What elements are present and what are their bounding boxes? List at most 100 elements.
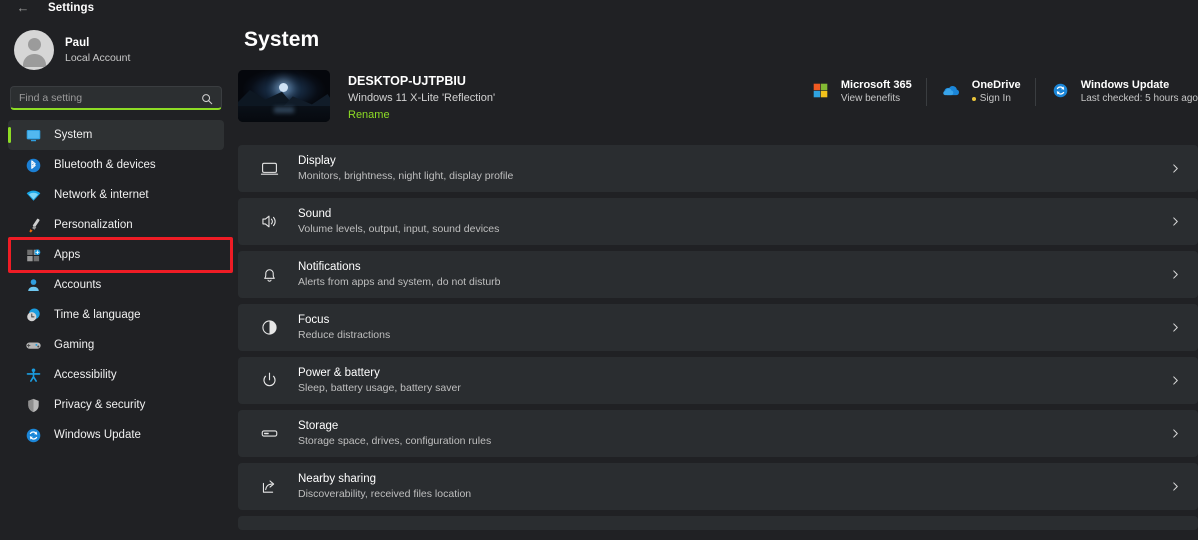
account-text: Paul Local Account [65,36,130,65]
onedrive-cloud-icon [941,79,963,101]
settings-row-subtitle: Sleep, battery usage, battery saver [298,381,461,394]
bell-icon [256,262,282,288]
rename-link[interactable]: Rename [348,107,495,123]
storage-drive-icon [256,421,282,447]
header-widgets: Microsoft 365 View benefits OneDrive Sig… [800,70,1198,106]
sidebar-item-accounts[interactable]: Accounts [8,270,224,300]
clock-icon [22,304,44,326]
search-icon [201,92,213,104]
settings-list: Display Monitors, brightness, night ligh… [238,145,1198,530]
widget-text: OneDrive Sign In [971,78,1021,106]
back-arrow-icon[interactable]: ← [12,0,34,14]
sidebar-item-gaming[interactable]: Gaming [8,330,224,360]
page-title: System [244,28,320,51]
settings-row-power-battery[interactable]: Power & battery Sleep, battery usage, ba… [238,357,1198,404]
sidebar-item-label: Bluetooth & devices [54,159,156,171]
gamepad-icon [22,334,44,356]
search-input[interactable] [19,91,201,104]
chevron-right-icon [1168,268,1182,282]
widget-text: Microsoft 365 View benefits [841,78,912,106]
widget-windows-update[interactable]: Windows Update Last checked: 5 hours ago [1034,78,1198,106]
window-body: Paul Local Account Find a setting System… [0,14,1198,540]
settings-row-subtitle: Discoverability, received files location [298,487,472,500]
settings-row-focus[interactable]: Focus Reduce distractions [238,304,1198,351]
settings-row-title: Focus [298,313,330,326]
settings-row-text: Sound Volume levels, output, input, soun… [298,207,1168,237]
update-refresh-icon [1050,79,1072,101]
settings-row-subtitle: Reduce distractions [298,328,391,341]
chevron-right-icon [1168,374,1182,388]
desktop-wallpaper-thumbnail [238,70,330,122]
device-header: DESKTOP-UJTPBIU Windows 11 X-Lite 'Refle… [238,70,1198,123]
settings-row-sound[interactable]: Sound Volume levels, output, input, soun… [238,198,1198,245]
settings-window: ← Settings Paul Local Account Find a set… [0,0,1198,540]
device-name: DESKTOP-UJTPBIU [348,74,466,88]
sidebar-item-label: Gaming [54,339,95,351]
sidebar-item-personalization[interactable]: Personalization [8,210,224,240]
account-card[interactable]: Paul Local Account [0,14,232,76]
device-os: Windows 11 X-Lite 'Reflection' [348,92,496,104]
settings-row-text: Focus Reduce distractions [298,313,1168,343]
sidebar-item-apps[interactable]: Apps [8,237,233,273]
chevron-right-icon [1168,427,1182,441]
widget-title: Microsoft 365 [840,79,912,91]
sidebar-item-time-language[interactable]: Time & language [8,300,224,330]
sidebar-item-windows-update[interactable]: Windows Update [8,420,224,450]
settings-row-title: Storage [298,419,339,432]
user-avatar-icon [14,30,54,70]
settings-row-text: Display Monitors, brightness, night ligh… [298,154,1168,184]
account-name: Paul [65,36,90,49]
settings-row-partial[interactable] [238,516,1198,530]
widget-title: Windows Update [1080,79,1170,91]
settings-row-title: Nearby sharing [298,472,376,485]
sidebar-item-label: System [54,129,93,141]
chevron-right-icon [1168,215,1182,229]
sidebar-item-label: Accessibility [54,369,117,381]
sidebar-item-label: Accounts [54,279,102,291]
widget-subtitle-wrap: Sign In [971,92,1021,106]
account-subtitle: Local Account [65,51,131,64]
settings-row-notifications[interactable]: Notifications Alerts from apps and syste… [238,251,1198,298]
settings-row-subtitle: Storage space, drives, configuration rul… [298,434,492,447]
sidebar-item-bluetooth-devices[interactable]: Bluetooth & devices [8,150,224,180]
widget-title: OneDrive [971,79,1021,91]
paintbrush-icon [22,214,44,236]
sidebar-item-label: Network & internet [54,189,149,201]
bluetooth-icon [22,154,44,176]
settings-row-subtitle: Alerts from apps and system, do not dist… [298,275,501,288]
chevron-right-icon [1168,321,1182,335]
sidebar-item-network-internet[interactable]: Network & internet [8,180,224,210]
apps-grid-icon [22,244,44,266]
accessibility-icon [22,364,44,386]
sidebar-item-label: Apps [54,249,81,261]
sidebar: Paul Local Account Find a setting System… [0,14,233,540]
settings-row-subtitle: Monitors, brightness, night light, displ… [298,169,514,182]
widget-subtitle: Last checked: 5 hours ago [1080,93,1198,104]
settings-row-storage[interactable]: Storage Storage space, drives, configura… [238,410,1198,457]
speaker-icon [256,209,282,235]
sidebar-item-accessibility[interactable]: Accessibility [8,360,224,390]
settings-row-text: Storage Storage space, drives, configura… [298,419,1168,449]
settings-row-nearby-sharing[interactable]: Nearby sharing Discoverability, received… [238,463,1198,510]
main-content: System DESKTOP-UJTPBIU Windows 11 X-Lite… [232,14,1198,540]
sidebar-item-privacy-security[interactable]: Privacy & security [8,390,224,420]
person-icon [22,274,44,296]
microsoft-365-icon [810,79,832,101]
settings-row-title: Power & battery [298,366,380,379]
device-info: DESKTOP-UJTPBIU Windows 11 X-Lite 'Refle… [348,70,495,123]
widget-microsoft-365[interactable]: Microsoft 365 View benefits [800,78,912,106]
title-bar: ← Settings [0,0,1198,14]
widget-text: Windows Update Last checked: 5 hours ago [1081,78,1198,106]
settings-row-text: Power & battery Sleep, battery usage, ba… [298,366,1168,396]
sidebar-nav: System Bluetooth & devices Network & int… [0,120,233,450]
power-icon [256,368,282,394]
settings-row-display[interactable]: Display Monitors, brightness, night ligh… [238,145,1198,192]
search-box[interactable] [10,86,222,110]
sidebar-item-label: Windows Update [54,429,141,441]
sidebar-item-label: Time & language [54,309,141,321]
sidebar-item-system[interactable]: System [8,120,224,150]
settings-row-title: Display [298,154,336,167]
monitor-outline-icon [256,156,282,182]
widget-onedrive[interactable]: OneDrive Sign In [925,78,1021,106]
share-icon [256,474,282,500]
